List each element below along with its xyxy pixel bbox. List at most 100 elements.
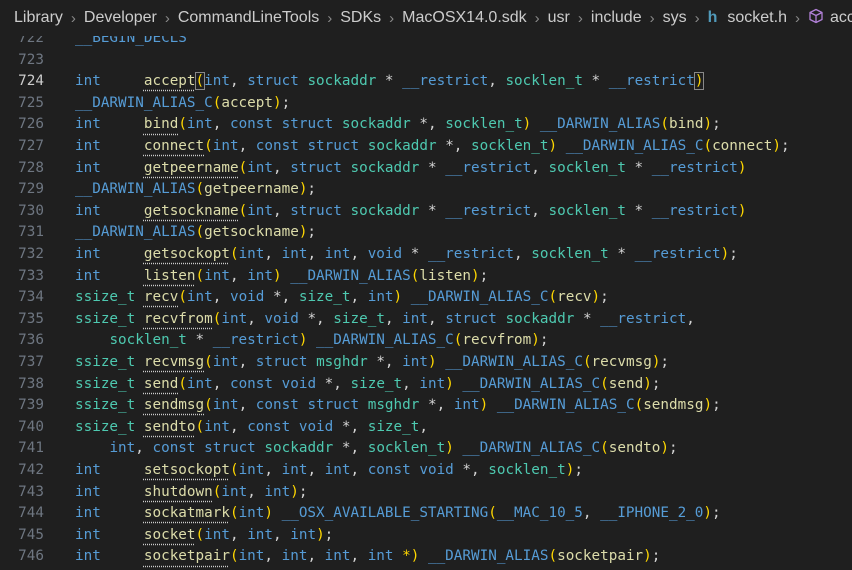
- code-line[interactable]: 725 __DARWIN_ALIAS_C(accept);: [0, 93, 852, 115]
- code-token: ): [772, 138, 781, 154]
- code-text: socklen_t * __restrict) __DARWIN_ALIAS_C…: [75, 330, 548, 352]
- code-token: ;: [307, 224, 317, 241]
- breadcrumb-item[interactable]: MacOSX14.0.sdk: [402, 9, 527, 27]
- code-line[interactable]: 724 int accept(int, struct sockaddr * __r…: [0, 71, 852, 93]
- code-token: int: [402, 354, 428, 370]
- code-token: int: [75, 267, 101, 284]
- code-line[interactable]: 741 int, const struct sockaddr *, sockle…: [0, 438, 852, 460]
- code-text: int getsockopt(int, int, int, void * __r…: [75, 244, 738, 266]
- code-editor[interactable]: 722 __BEGIN_DECLS 723 724 int accept(int, st…: [0, 36, 852, 570]
- code-line[interactable]: 736 socklen_t * __restrict) __DARWIN_ALI…: [0, 330, 852, 352]
- code-line[interactable]: 744 int sockatmark(int) __OSX_AVAILABLE_S…: [0, 503, 852, 525]
- code-token: ssize_t: [75, 375, 136, 392]
- line-number: 744: [18, 505, 44, 522]
- chevron-right-icon: ›: [164, 9, 170, 27]
- code-text: int socketpair(int, int, int, int *) __D…: [75, 546, 660, 568]
- code-token: struct: [307, 397, 360, 414]
- code-line[interactable]: 722 __BEGIN_DECLS: [0, 36, 852, 50]
- code-token: ): [264, 505, 282, 522]
- code-token: ): [643, 548, 652, 565]
- code-token: ,: [350, 462, 368, 478]
- code-text: ssize_t sendmsg(int, const struct msghdr…: [75, 395, 721, 417]
- breadcrumb-item[interactable]: Developer: [84, 9, 157, 27]
- code-token: const: [229, 116, 274, 133]
- breadcrumb-item[interactable]: Library: [14, 9, 63, 27]
- code-token: ,: [264, 462, 282, 478]
- code-token: int: [367, 289, 394, 306]
- line-number: 739: [18, 397, 44, 414]
- code-token: (: [600, 375, 609, 392]
- line-number: 730: [18, 202, 44, 219]
- breadcrumb-symbol[interactable]: acc: [830, 9, 852, 27]
- code-line[interactable]: 743 int shutdown(int, int);: [0, 482, 852, 504]
- code-token: ;: [651, 548, 661, 565]
- code-line[interactable]: 739 ssize_t sendmsg(int, const struct msg…: [0, 395, 852, 417]
- breadcrumb-file[interactable]: socket.h: [727, 9, 787, 27]
- code-token: struct: [281, 116, 334, 133]
- code-token: void: [367, 246, 403, 262]
- line-number: 723: [18, 51, 44, 68]
- code-token: const: [247, 418, 291, 435]
- code-line[interactable]: 726 int bind(int, const struct sockaddr *…: [0, 114, 852, 136]
- code-line[interactable]: 732 int getsockopt(int, int, int, void * …: [0, 244, 852, 266]
- code-token: struct: [255, 354, 308, 370]
- code-token: __IPHONE_2_0: [600, 505, 704, 522]
- code-line[interactable]: 746 int socketpair(int, int, int, int *) …: [0, 546, 852, 568]
- code-line[interactable]: 733 int listen(int, int) __DARWIN_ALIAS(l…: [0, 266, 852, 288]
- code-token: ): [660, 440, 670, 457]
- code-token: ,: [273, 526, 291, 543]
- code-line[interactable]: 730 int getsockname(int, struct sockaddr …: [0, 201, 852, 223]
- code-token: socklen_t: [367, 440, 446, 457]
- code-line[interactable]: 738 ssize_t send(int, const void *, size_…: [0, 374, 852, 396]
- code-token: __OSX_AVAILABLE_STARTING: [281, 505, 489, 522]
- code-token: ,: [350, 289, 368, 306]
- code-token: int: [75, 483, 101, 500]
- code-token: const: [255, 138, 299, 154]
- code-token: sendto: [608, 440, 661, 457]
- code-token: sockaddr: [307, 73, 377, 90]
- code-token: ,: [384, 310, 403, 327]
- code-token: ,: [686, 310, 695, 327]
- line-number: 736: [18, 332, 44, 349]
- code-token: int: [281, 548, 308, 565]
- code-line[interactable]: 742 int setsockopt(int, int, int, const v…: [0, 460, 852, 482]
- code-line[interactable]: 729 __DARWIN_ALIAS(getpeername);: [0, 179, 852, 201]
- code-token: int: [264, 483, 291, 500]
- code-line[interactable]: 737 ssize_t recvmsg(int, struct msghdr *,…: [0, 352, 852, 374]
- code-token: ): [316, 526, 325, 543]
- code-token: *: [625, 159, 652, 176]
- code-token: recvmsg: [591, 354, 652, 370]
- code-line[interactable]: 735 ssize_t recvfrom(int, void *, size_t,…: [0, 309, 852, 331]
- code-token: ssize_t: [75, 418, 136, 435]
- code-token: int: [453, 397, 480, 414]
- code-token: ,: [427, 310, 446, 327]
- breadcrumb-item[interactable]: CommandLineTools: [178, 9, 319, 27]
- code-token: bind: [669, 116, 704, 133]
- breadcrumb-item[interactable]: sys: [663, 9, 687, 27]
- code-token: ): [479, 397, 497, 414]
- code-token: (: [195, 224, 205, 241]
- code-token: socklen_t: [531, 246, 609, 262]
- breadcrumb-item[interactable]: SDKs: [340, 9, 381, 27]
- code-line[interactable]: 745 int socket(int, int, int);: [0, 525, 852, 547]
- code-line[interactable]: 727 int connect(int, const struct sockadd…: [0, 136, 852, 158]
- line-number: 740: [18, 418, 44, 435]
- code-token: struct: [290, 159, 342, 176]
- breadcrumb-item[interactable]: usr: [548, 9, 570, 27]
- breadcrumb-item[interactable]: include: [591, 9, 642, 27]
- code-line[interactable]: 740 ssize_t sendto(int, const void *, siz…: [0, 417, 852, 439]
- code-token: int: [204, 73, 230, 90]
- code-line[interactable]: 723: [0, 50, 852, 72]
- code-line[interactable]: 731 __DARWIN_ALIAS(getsockname);: [0, 222, 852, 244]
- code-text: int socket(int, int, int);: [75, 525, 333, 547]
- code-token: int: [75, 159, 101, 176]
- chevron-right-icon: ›: [577, 9, 583, 27]
- code-token: send: [608, 375, 644, 392]
- code-line[interactable]: 734 ssize_t recv(int, void *, size_t, int…: [0, 287, 852, 309]
- code-token: ): [548, 138, 566, 154]
- code-line[interactable]: 728 int getpeername(int, struct sockaddr …: [0, 158, 852, 180]
- code-token: ): [298, 332, 317, 349]
